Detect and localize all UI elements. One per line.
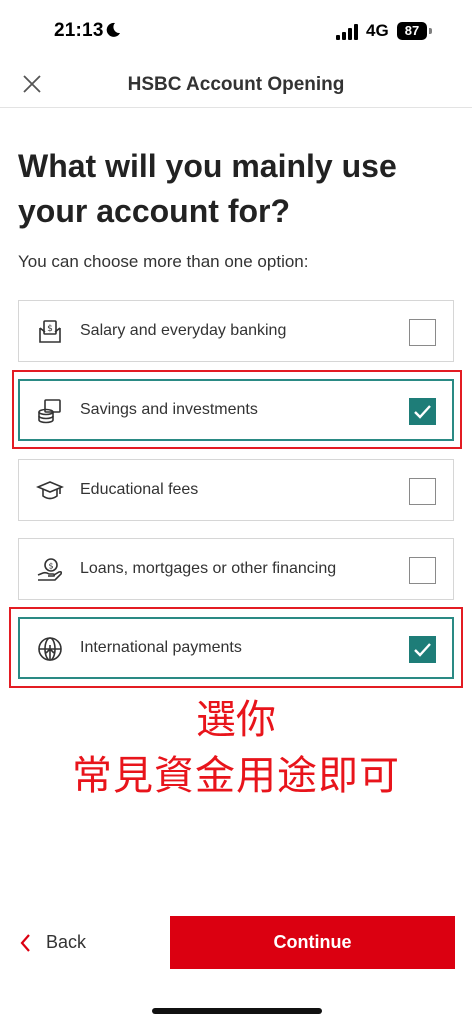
- annotation-line-1: 選你: [196, 697, 276, 743]
- battery-cap: [429, 28, 432, 34]
- option-label: Salary and everyday banking: [80, 322, 287, 339]
- nav-title: HSBC Account Opening: [127, 74, 345, 95]
- checkbox[interactable]: [409, 398, 436, 425]
- graduation-cap-icon: [36, 481, 64, 500]
- globe-icon: [38, 637, 62, 661]
- back-button[interactable]: Back: [18, 928, 118, 958]
- status-time: 21:13: [54, 20, 104, 41]
- back-label: Back: [46, 932, 87, 952]
- option-loans[interactable]: $ Loans, mortgages or other financing: [18, 538, 454, 600]
- salary-icon: $: [39, 320, 61, 343]
- checkbox[interactable]: [409, 478, 436, 505]
- page-title: What will you mainly use your account fo…: [18, 148, 397, 229]
- checkbox[interactable]: [409, 319, 436, 346]
- status-bar: 21:13 4G 87: [0, 0, 472, 64]
- battery-icon: 87: [397, 22, 427, 40]
- continue-button[interactable]: Continue: [170, 916, 455, 969]
- nav-bar: HSBC Account Opening: [0, 64, 472, 108]
- loan-hand-icon: $: [37, 558, 63, 581]
- home-indicator: [152, 1008, 322, 1014]
- option-label: International payments: [80, 639, 242, 656]
- page-subtitle: You can choose more than one option:: [18, 252, 309, 271]
- chevron-left-icon: [20, 934, 30, 952]
- checkbox[interactable]: [409, 557, 436, 584]
- option-savings[interactable]: Savings and investments: [18, 379, 454, 441]
- option-label: Educational fees: [80, 481, 199, 498]
- moon-icon: [106, 22, 120, 37]
- option-salary[interactable]: $ Salary and everyday banking: [18, 300, 454, 362]
- option-label: Loans, mortgages or other financing: [80, 560, 337, 577]
- annotation-line-2: 常見資金用途即可: [72, 753, 400, 799]
- option-education[interactable]: Educational fees: [18, 459, 454, 521]
- svg-text:$: $: [47, 324, 53, 334]
- coins-icon: [38, 399, 61, 424]
- svg-text:$: $: [48, 562, 53, 571]
- option-international[interactable]: International payments: [18, 617, 454, 679]
- option-label: Savings and investments: [80, 401, 258, 418]
- network-type: 4G: [366, 21, 389, 40]
- signal-icon: [336, 24, 358, 40]
- checkbox[interactable]: [409, 636, 436, 663]
